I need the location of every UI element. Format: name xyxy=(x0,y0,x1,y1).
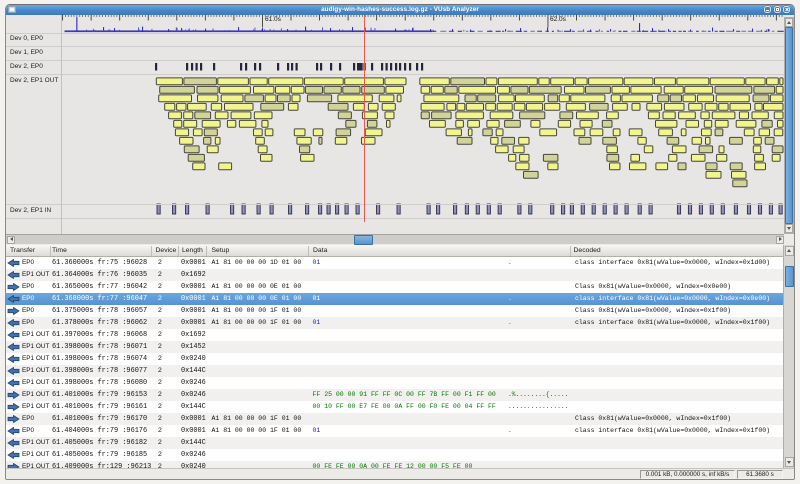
svg-text:62.0s: 62.0s xyxy=(550,16,567,23)
svg-text:61.0s: 61.0s xyxy=(265,16,282,23)
